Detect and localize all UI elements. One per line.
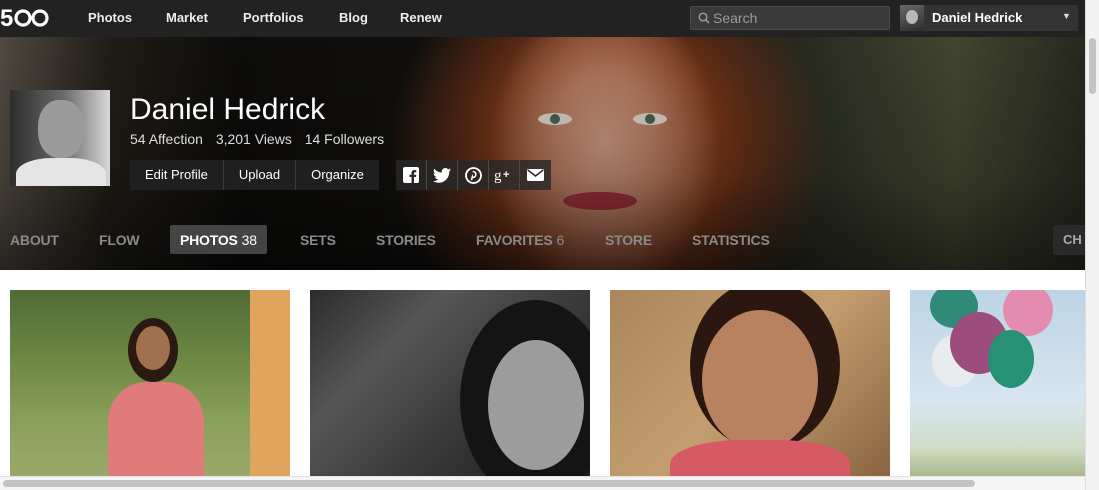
svg-text:5: 5 [0,5,13,32]
photo-subject [108,382,204,476]
user-name: Daniel Hedrick [932,10,1023,25]
profile-actions: Edit Profile Upload Organize [130,160,379,190]
pinterest-icon[interactable] [458,160,489,190]
photo-subject [136,326,170,370]
photo-background [250,290,290,476]
profile-avatar[interactable] [10,90,110,186]
tab-statistics[interactable]: STATISTICS [692,232,770,248]
organize-button[interactable]: Organize [296,160,379,190]
photo-thumbnail[interactable] [910,290,1085,476]
horizontal-scroll-thumb[interactable] [3,480,975,487]
horizontal-scrollbar[interactable] [0,476,1085,490]
photo-thumbnail[interactable] [10,290,290,476]
tab-sets[interactable]: SETS [300,232,336,248]
nav-blog-link[interactable]: Blog [339,10,368,25]
svg-text:g: g [494,168,502,183]
tab-about[interactable]: ABOUT [10,232,59,248]
tab-flow[interactable]: FLOW [99,232,140,248]
avatar-shirt [16,158,106,186]
tab-favorites[interactable]: FAVORITES 6 [476,232,564,248]
google-plus-icon[interactable]: g + [489,160,520,190]
tab-overflow-button[interactable]: CH [1053,225,1085,255]
avatar-face [38,100,84,158]
nav-renew-link[interactable]: Renew [400,10,442,25]
views-count: 3,201 Views [215,131,292,147]
photo-subject [488,340,584,470]
tab-stories[interactable]: STORIES [376,232,436,248]
tab-store[interactable]: STORE [605,232,652,248]
affection-count: 54 Affection [130,131,203,147]
nav-photos-link[interactable]: Photos [88,10,132,25]
photo-thumbnail[interactable] [310,290,590,476]
edit-profile-button[interactable]: Edit Profile [130,160,224,190]
nav-market-link[interactable]: Market [166,10,208,25]
profile-name: Daniel Hedrick [130,93,326,126]
user-menu[interactable]: Daniel Hedrick ▼ [900,5,1078,31]
photo-thumbnail[interactable] [610,290,890,476]
upload-button[interactable]: Upload [223,160,297,190]
photo-subject [670,440,850,476]
favorites-count: 6 [556,232,565,248]
followers-count[interactable]: 14 Followers [305,131,384,147]
email-icon[interactable] [520,160,551,190]
photo-subject [988,330,1034,388]
nav-portfolios-link[interactable]: Portfolios [243,10,304,25]
vertical-scroll-thumb[interactable] [1089,38,1096,94]
facebook-icon[interactable] [396,160,427,190]
twitter-icon[interactable] [427,160,458,190]
user-avatar [900,5,924,31]
profile-cover: Daniel Hedrick 54 Affection 3,201 Views … [0,37,1085,270]
profile-tabs: ABOUT FLOW PHOTOS 38 SETS STORIES FAVORIT… [0,225,1085,255]
500px-logo[interactable]: 5 [0,3,52,33]
search-box[interactable] [690,6,890,30]
caret-down-icon: ▼ [1062,11,1071,21]
photo-subject [702,310,818,450]
tab-photos[interactable]: PHOTOS 38 [170,225,267,254]
top-navigation-bar: 5 Photos Market Portfolios Blog Renew Da… [0,0,1085,37]
photos-count: 38 [241,232,257,248]
share-buttons: g + [396,160,551,190]
search-input[interactable] [713,9,883,27]
search-icon [698,12,710,24]
page: 5 Photos Market Portfolios Blog Renew Da… [0,0,1099,490]
profile-stats: 54 Affection 3,201 Views 14 Followers [130,131,393,147]
vertical-scrollbar[interactable] [1085,0,1099,490]
svg-text:+: + [503,169,509,181]
